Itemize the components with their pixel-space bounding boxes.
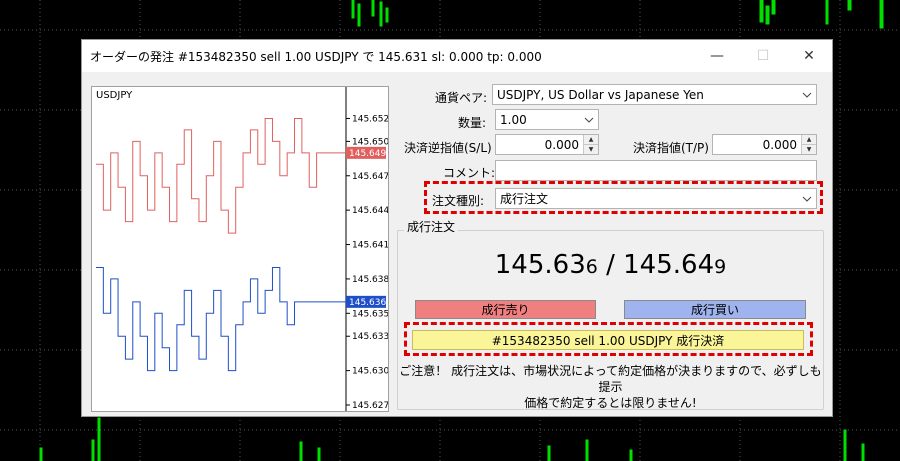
- bid-series-line: [96, 117, 346, 234]
- stop-loss-field[interactable]: 0.000 ▲ ▼: [495, 134, 599, 155]
- close-icon: ✕: [803, 48, 815, 64]
- background-candle: [547, 445, 551, 461]
- maximize-icon: ☐: [756, 48, 770, 64]
- minimize-icon: —: [710, 48, 724, 64]
- background-candle: [843, 429, 847, 461]
- sell-by-market-button[interactable]: 成行売り: [415, 300, 596, 319]
- comment-field[interactable]: [495, 160, 817, 181]
- ask-price-last-digit: 9: [714, 256, 727, 278]
- price-axis-tick-label: 145.644: [352, 206, 388, 216]
- order-type-highlight: [424, 181, 823, 214]
- spin-down-icon[interactable]: ▼: [802, 144, 816, 154]
- price-axis-tick-label: 145.627: [352, 401, 388, 411]
- market-notice: ご注意！ 成行注文は、市場状況によって約定価格が決まりますので、必ずしも提示 価…: [397, 363, 824, 411]
- price-axis-tick-label: 145.638: [352, 275, 388, 285]
- notice-line-2: 価格で約定するとは限りません!: [524, 396, 697, 410]
- current-price-marker-label: 145.649: [349, 149, 386, 159]
- background-candle: [629, 449, 633, 461]
- background-candle: [91, 439, 95, 461]
- currency-pair-select[interactable]: USDJPY, US Dollar vs Japanese Yen: [492, 84, 817, 105]
- background-candle: [861, 443, 865, 461]
- spin-up-icon[interactable]: ▲: [584, 135, 598, 144]
- bid-price-last-digit: 6: [585, 256, 598, 278]
- stop-loss-stepper[interactable]: ▲ ▼: [583, 135, 598, 154]
- background-candle: [371, 0, 375, 17]
- bid-price: 145.63: [494, 250, 586, 280]
- stop-loss-value: 0.000: [544, 137, 579, 152]
- tick-chart: 145.652 145.650 145.647 145.644 145.641 145.6…: [91, 86, 389, 412]
- background-candle: [825, 0, 829, 25]
- close-position-highlight: [404, 322, 813, 356]
- market-execution-title: 成行注文: [404, 218, 459, 235]
- background-candle: [39, 447, 43, 461]
- volume-value: 1.00: [500, 112, 527, 127]
- take-profit-value: 0.000: [762, 137, 797, 152]
- current-price-marker-label: 145.636: [349, 298, 386, 308]
- price-display: 145.636 / 145.649: [397, 250, 824, 280]
- background-candle: [357, 3, 361, 27]
- price-separator: /: [597, 250, 624, 280]
- take-profit-field[interactable]: 0.000 ▲ ▼: [712, 134, 817, 155]
- background-candle: [379, 1, 383, 27]
- take-profit-stepper[interactable]: ▲ ▼: [801, 135, 816, 154]
- price-axis-tick-label: 145.650: [352, 137, 388, 147]
- take-profit-label: 決済指値(T/P): [633, 141, 709, 155]
- price-axis-tick-label: 145.630: [352, 367, 388, 377]
- background-candle: [847, 0, 852, 11]
- price-axis-tick-label: 145.647: [352, 172, 388, 182]
- price-axis-tick-label: 145.652: [352, 114, 388, 124]
- dialog-titlebar: オーダーの発注 #153482350 sell 1.00 USDJPY で 14…: [82, 40, 832, 72]
- maximize-button: ☐: [740, 40, 786, 72]
- spin-down-icon[interactable]: ▼: [584, 144, 598, 154]
- minimize-button[interactable]: —: [694, 40, 740, 72]
- price-axis-tick-label: 145.633: [352, 332, 388, 342]
- background-candle: [97, 417, 101, 461]
- background-candle: [771, 0, 776, 15]
- order-dialog: オーダーの発注 #153482350 sell 1.00 USDJPY で 14…: [81, 39, 833, 417]
- background-candle: [759, 0, 764, 23]
- background-candle: [879, 0, 884, 29]
- background-candle: [351, 0, 355, 19]
- chart-symbol: USDJPY: [96, 90, 133, 101]
- volume-select[interactable]: 1.00: [495, 109, 599, 130]
- background-candle: [317, 447, 321, 461]
- comment-label: コメント:: [443, 166, 496, 180]
- tick-chart-svg: 145.652 145.650 145.647 145.644 145.641 145.6…: [96, 87, 388, 411]
- stop-loss-label: 決済逆指値(S/L): [404, 141, 492, 155]
- ask-price: 145.64: [623, 250, 715, 280]
- chevron-down-icon: [580, 117, 598, 123]
- buy-by-market-button[interactable]: 成行買い: [624, 300, 806, 319]
- currency-pair-value: USDJPY, US Dollar vs Japanese Yen: [497, 87, 704, 102]
- close-window-button[interactable]: ✕: [786, 40, 832, 72]
- price-axis-tick-label: 145.635: [352, 309, 388, 319]
- spin-up-icon[interactable]: ▲: [802, 135, 816, 144]
- ask-series-line: [96, 266, 346, 372]
- background-candle: [299, 441, 303, 461]
- volume-label: 数量:: [458, 116, 487, 130]
- background-candle: [385, 7, 389, 23]
- background-candle: [585, 439, 589, 461]
- chevron-down-icon: [798, 92, 816, 98]
- currency-pair-label: 通貨ペア:: [435, 91, 488, 105]
- window-controls: — ☐ ✕: [694, 40, 832, 72]
- notice-line-1: ご注意！ 成行注文は、市場状況によって約定価格が決まりますので、必ずしも提示: [399, 364, 822, 394]
- dialog-title: オーダーの発注 #153482350 sell 1.00 USDJPY で 14…: [90, 49, 542, 64]
- background-candle: [765, 5, 770, 25]
- price-axis-tick-label: 145.641: [352, 241, 388, 251]
